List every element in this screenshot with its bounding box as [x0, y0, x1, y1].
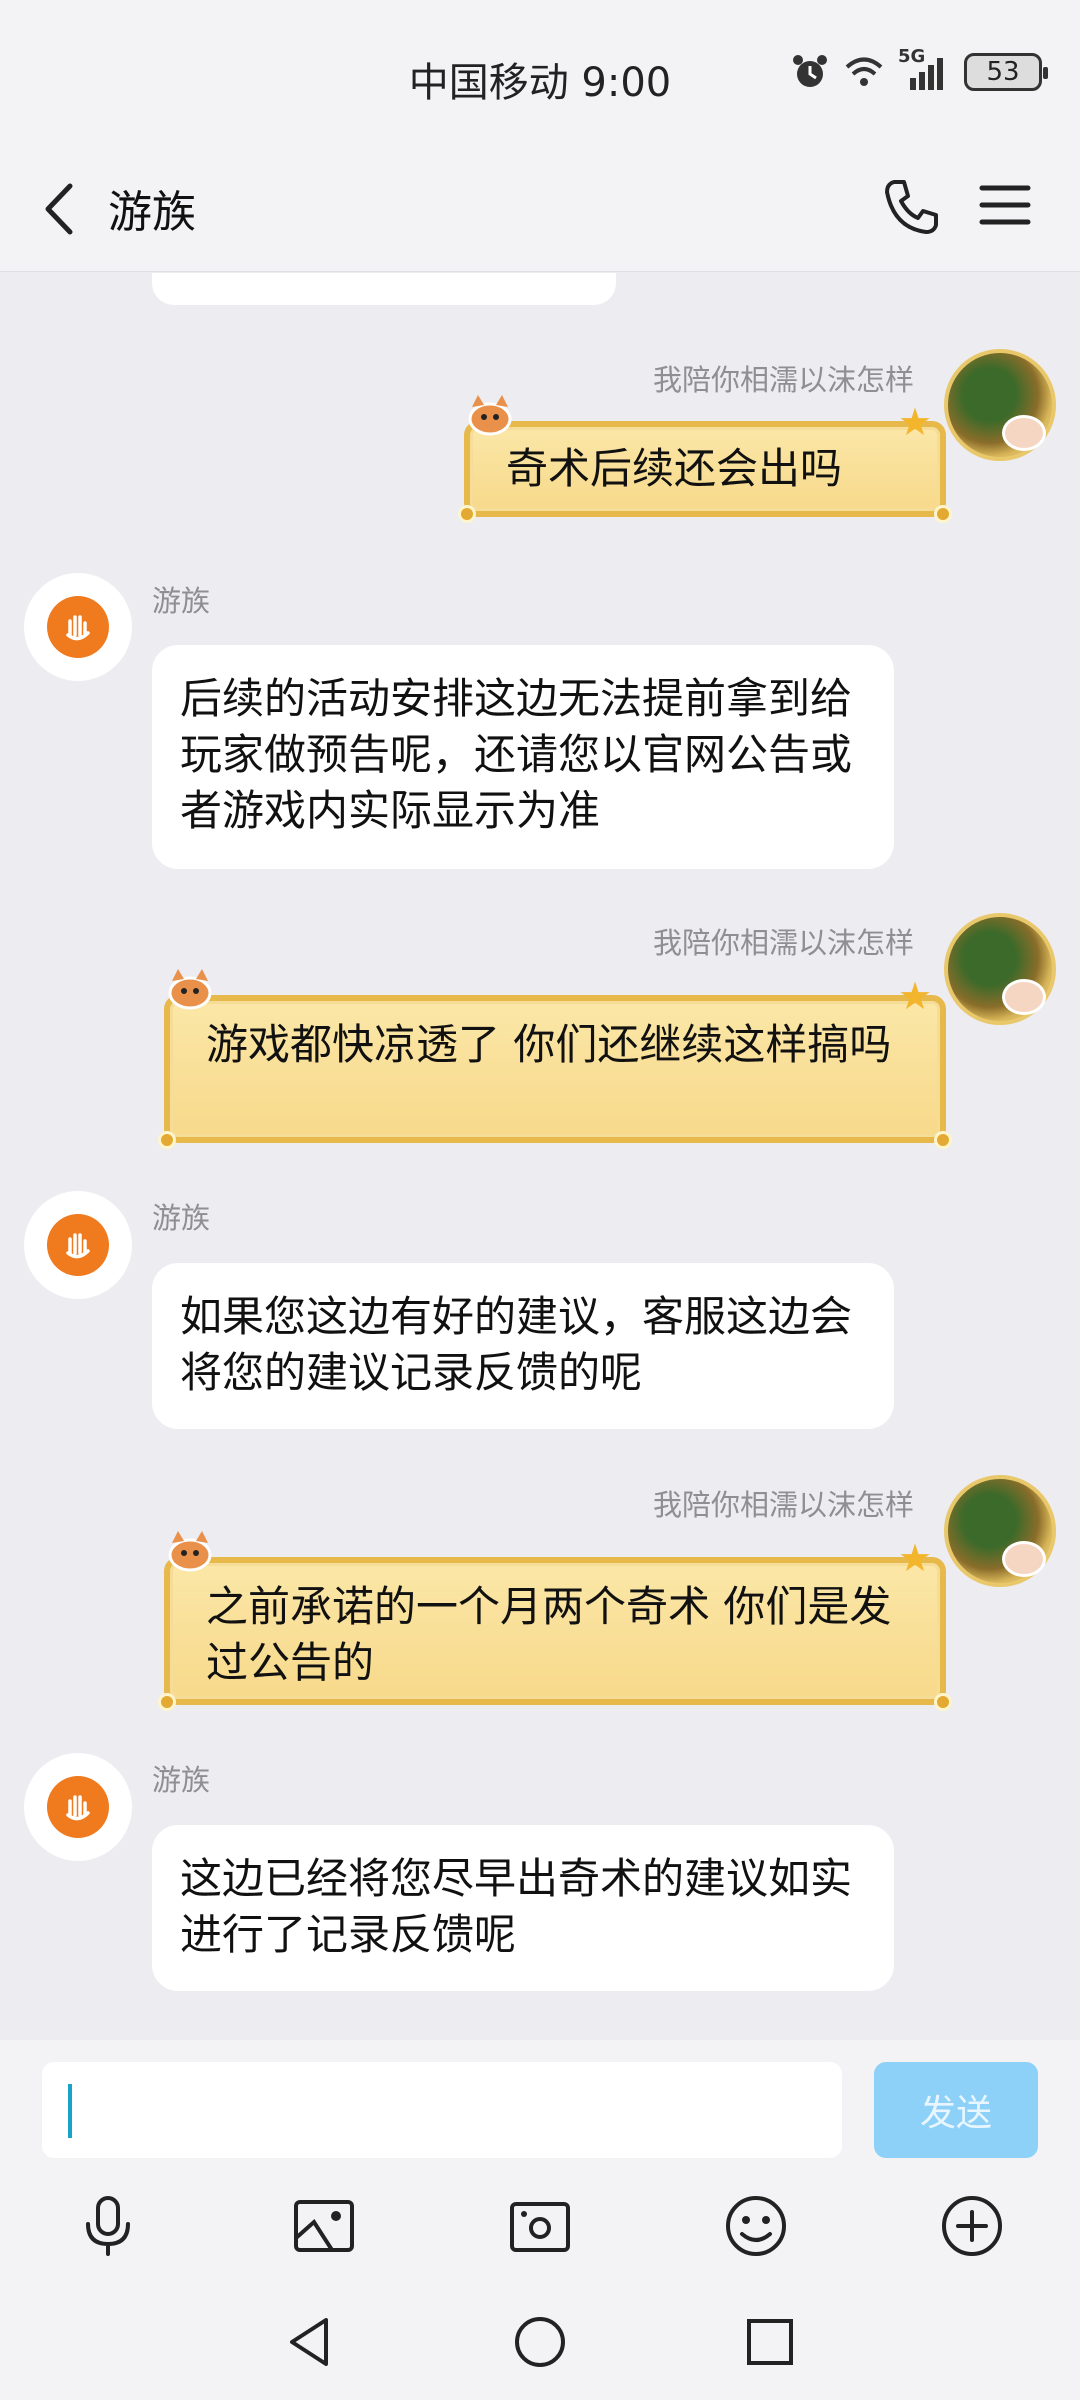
- bubble-corner-ornament: [934, 1693, 952, 1711]
- system-nav-bar: [0, 2290, 1080, 2400]
- message-text: 奇术后续还会出吗: [506, 444, 843, 493]
- star-decoration-icon: ★: [898, 400, 933, 444]
- message-bubble-partial: [152, 273, 616, 305]
- message-text: 后续的活动安排这边无法提前拿到给玩家做预告呢，还请您以官网公告或者游戏内实际显示…: [180, 674, 853, 835]
- camera-icon[interactable]: [504, 2190, 576, 2262]
- nav-recents-icon[interactable]: [740, 2312, 800, 2372]
- emoji-icon[interactable]: [720, 2190, 792, 2262]
- wifi-icon: [845, 57, 883, 86]
- nav-home-icon[interactable]: [510, 2312, 570, 2372]
- nav-back-icon[interactable]: [280, 2312, 340, 2372]
- sender-nickname: 我陪你相濡以沫怎样: [652, 1488, 914, 1522]
- dog-sticker-icon: [162, 1525, 222, 1575]
- bubble-corner-ornament: [934, 505, 952, 523]
- dog-sticker-icon: [162, 963, 222, 1013]
- status-icons: 5G 53: [790, 46, 1048, 92]
- sender-nickname: 我陪你相濡以沫怎样: [652, 363, 914, 397]
- youzu-logo-icon: [47, 1214, 109, 1276]
- chat-header: 游族: [0, 150, 1080, 272]
- avatar-face: [1002, 1541, 1046, 1577]
- signal-indicator: 5G: [898, 46, 950, 92]
- message-list[interactable]: 我陪你相濡以沫怎样 ★ 奇术后续还会出吗 游族 后续的活动安排这边无法提前拿到给…: [0, 273, 1080, 2040]
- agent-message-bubble[interactable]: 后续的活动安排这边无法提前拿到给玩家做预告呢，还请您以官网公告或者游戏内实际显示…: [152, 645, 894, 869]
- message-text: 如果您这边有好的建议，客服这边会将您的建议记录反馈的呢: [180, 1292, 853, 1397]
- text-cursor: [68, 2084, 72, 2138]
- youzu-logo-icon: [47, 1776, 109, 1838]
- user-avatar[interactable]: [944, 349, 1056, 461]
- user-message-bubble[interactable]: ★ 游戏都快凉透了 你们还继续这样搞吗: [158, 969, 952, 1149]
- user-message-bubble[interactable]: ★ 之前承诺的一个月两个奇术 你们是发过公告的: [158, 1531, 952, 1711]
- chat-screen: 中国移动 9:00 5G 53 游族 我陪你相濡以沫怎样 ★ 奇术后续还会出吗 …: [0, 0, 1080, 2400]
- user-avatar[interactable]: [944, 913, 1056, 1025]
- plus-icon[interactable]: [936, 2190, 1008, 2262]
- dog-sticker-icon: [462, 389, 522, 439]
- chat-title: 游族: [108, 187, 196, 238]
- status-bar: 中国移动 9:00 5G 53: [0, 0, 1080, 150]
- image-icon[interactable]: [288, 2190, 360, 2262]
- user-avatar[interactable]: [944, 1475, 1056, 1587]
- bubble-corner-ornament: [158, 1693, 176, 1711]
- send-button[interactable]: 发送: [874, 2062, 1038, 2158]
- sender-nickname: 游族: [152, 1201, 211, 1235]
- message-text: 之前承诺的一个月两个奇术 你们是发过公告的: [206, 1582, 892, 1687]
- avatar-face: [1002, 979, 1046, 1015]
- bubble-corner-ornament: [158, 1131, 176, 1149]
- battery-icon: 53: [964, 53, 1048, 91]
- microphone-icon[interactable]: [72, 2190, 144, 2262]
- message-text: 游戏都快凉透了 你们还继续这样搞吗: [206, 1020, 892, 1069]
- alarm-icon: [793, 55, 827, 87]
- sender-nickname: 游族: [152, 1763, 211, 1797]
- sender-nickname: 游族: [152, 584, 211, 618]
- bubble-corner-ornament: [458, 505, 476, 523]
- bubble-corner-ornament: [934, 1131, 952, 1149]
- signal-icon: [910, 58, 943, 90]
- message-input[interactable]: [42, 2062, 842, 2158]
- agent-message-bubble[interactable]: 这边已经将您尽早出奇术的建议如实进行了记录反馈呢: [152, 1825, 894, 1991]
- youzu-logo-icon: [47, 596, 109, 658]
- star-decoration-icon: ★: [898, 974, 933, 1018]
- agent-avatar[interactable]: [24, 573, 132, 681]
- agent-avatar[interactable]: [24, 1753, 132, 1861]
- user-message-bubble[interactable]: ★ 奇术后续还会出吗: [458, 395, 952, 523]
- agent-message-bubble[interactable]: 如果您这边有好的建议，客服这边会将您的建议记录反馈的呢: [152, 1263, 894, 1429]
- avatar-face: [1002, 415, 1046, 451]
- star-decoration-icon: ★: [898, 1536, 933, 1580]
- agent-avatar[interactable]: [24, 1191, 132, 1299]
- back-icon[interactable]: [28, 174, 98, 244]
- menu-icon[interactable]: [976, 176, 1034, 234]
- message-text: 这边已经将您尽早出奇术的建议如实进行了记录反馈呢: [180, 1854, 853, 1959]
- battery-level: 53: [986, 57, 1020, 87]
- phone-icon[interactable]: [878, 174, 944, 240]
- sender-nickname: 我陪你相濡以沫怎样: [652, 926, 914, 960]
